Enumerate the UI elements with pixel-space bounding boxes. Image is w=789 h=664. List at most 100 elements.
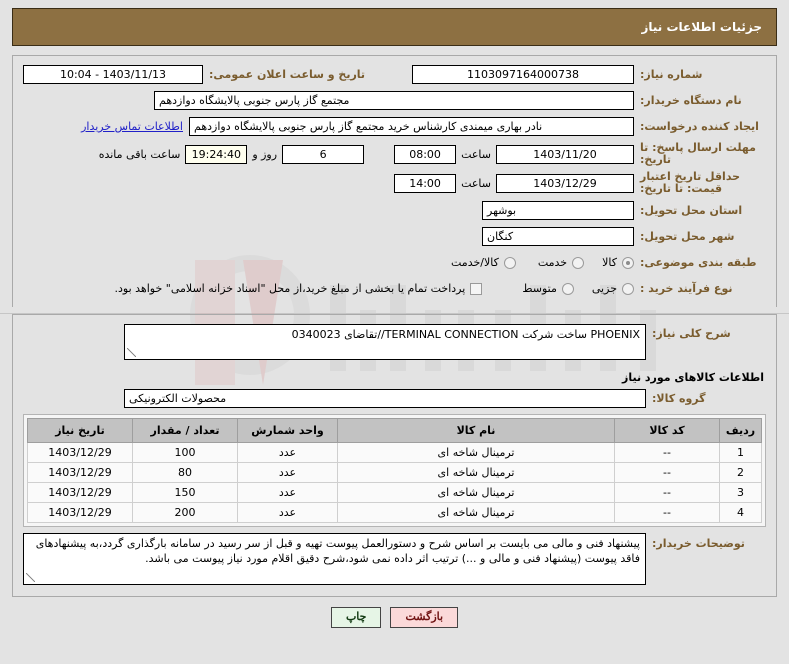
table-row: 3 -- ترمینال شاخه ای عدد 150 1403/12/29 — [27, 482, 762, 503]
goods-group-value: محصولات الکترونیکی — [124, 389, 646, 408]
col-header-unit: واحد شمارش — [237, 418, 338, 443]
price-validity-hour-label: ساعت — [461, 176, 491, 190]
radio-service-icon[interactable] — [572, 256, 585, 269]
creator-label: ایجاد کننده درخواست: — [640, 120, 759, 133]
page-title: جزئیات اطلاعات نیاز — [641, 20, 762, 34]
radio-goods-icon[interactable] — [622, 256, 634, 269]
need-number-value: 1103097164000738 — [412, 65, 634, 84]
deadline-time-value: 08:00 — [394, 144, 457, 164]
price-validity-label: حداقل تاریخ اعتبار قیمت: تا تاریخ: — [640, 170, 741, 195]
treasury-checkbox[interactable] — [470, 282, 483, 295]
row-process-type: نوع فرآیند خرید : جزیی متوسط پرداخت تمام… — [23, 278, 766, 299]
time-remaining-value: 19:24:40 — [185, 144, 248, 164]
row-buyer-notes: توضیحات خریدار: پیشنهاد فنی و مالی می با… — [23, 533, 766, 585]
cell-unit: عدد — [237, 482, 338, 503]
cell-qty: 100 — [132, 442, 238, 463]
cell-qty: 200 — [132, 502, 238, 523]
header-bar: جزئیات اطلاعات نیاز — [0, 0, 789, 46]
cell-name: ترمینال شاخه ای — [337, 482, 615, 503]
radio-process-minor[interactable]: جزیی — [592, 282, 634, 295]
goods-section-title: اطلاعات کالاهای مورد نیاز — [622, 371, 764, 384]
goods-group-label: گروه کالا: — [652, 392, 706, 405]
row-general-description: شرح کلی نیاز: PHOENIX ساخت شرکت TERMINAL… — [23, 324, 766, 360]
cell-row: 4 — [719, 502, 762, 523]
table-header-row: ردیف کد کالا نام کالا واحد شمارش تعداد /… — [27, 418, 762, 443]
buyer-notes-textarea[interactable]: پیشنهاد فنی و مالی می بایست بر اساس شرح … — [23, 533, 646, 585]
cell-date: 1403/12/29 — [27, 442, 133, 463]
col-header-row: ردیف — [719, 418, 762, 443]
cell-code: -- — [614, 482, 720, 503]
cell-date: 1403/12/29 — [27, 502, 133, 523]
radio-minor-icon[interactable] — [622, 282, 634, 295]
city-value: کنگان — [482, 227, 634, 246]
table-row: 2 -- ترمینال شاخه ای عدد 80 1403/12/29 — [27, 462, 762, 483]
radio-both-label: کالا/خدمت — [451, 256, 499, 269]
row-province: استان محل تحویل: بوشهر — [23, 200, 766, 221]
category-label: طبقه بندی موضوعی: — [640, 256, 757, 269]
row-response-deadline: مهلت ارسال پاسخ: تا تاریخ: 1403/11/20 سا… — [23, 142, 766, 166]
back-button[interactable]: بازگشت — [390, 607, 459, 628]
days-remaining-value: 6 — [282, 144, 365, 164]
cell-name: ترمینال شاخه ای — [337, 462, 615, 483]
cell-code: -- — [614, 442, 720, 463]
deadline-label: مهلت ارسال پاسخ: تا تاریخ: — [640, 141, 756, 166]
radio-goods-label: کالا — [602, 256, 617, 269]
cell-name: ترمینال شاخه ای — [337, 442, 615, 463]
row-goods-group: گروه کالا: محصولات الکترونیکی — [23, 388, 766, 409]
need-number-label: شماره نیاز: — [640, 68, 703, 81]
row-city: شهر محل تحویل: کنگان — [23, 226, 766, 247]
price-validity-time-value: 14:00 — [394, 173, 457, 193]
cell-row: 1 — [719, 442, 762, 463]
radio-medium-label: متوسط — [522, 282, 557, 295]
radio-service-label: خدمت — [537, 256, 568, 269]
cell-row: 2 — [719, 462, 762, 483]
city-label: شهر محل تحویل: — [640, 230, 735, 243]
cell-name: ترمینال شاخه ای — [337, 502, 615, 523]
buyer-notes-label: توضیحات خریدار: — [652, 537, 745, 550]
row-creator: ایجاد کننده درخواست: نادر بهاری میمندی ک… — [23, 116, 766, 137]
cell-unit: عدد — [237, 462, 338, 483]
announce-date-value: 1403/11/13 - 10:04 — [23, 65, 203, 84]
row-buyer-org: نام دستگاه خریدار: مجتمع گاز پارس جنوبی … — [23, 90, 766, 111]
goods-panel: شرح کلی نیاز: PHOENIX ساخت شرکت TERMINAL… — [12, 314, 777, 597]
general-description-textarea[interactable]: PHOENIX ساخت شرکت TERMINAL CONNECTION//ت… — [124, 324, 646, 360]
col-header-name: نام کالا — [337, 418, 615, 443]
radio-category-service[interactable]: خدمت — [537, 256, 585, 269]
remaining-suffix-label: ساعت باقی مانده — [98, 147, 181, 161]
col-header-date: تاریخ نیاز — [27, 418, 133, 443]
radio-category-both[interactable]: کالا/خدمت — [451, 256, 516, 269]
cell-code: -- — [614, 502, 720, 523]
buyer-org-label: نام دستگاه خریدار: — [640, 94, 742, 107]
treasury-checkbox-label: پرداخت تمام یا بخشی از مبلغ خرید،از محل … — [114, 282, 466, 295]
radio-category-goods[interactable]: کالا — [602, 256, 634, 269]
buyer-contact-link[interactable]: اطلاعات تماس خریدار — [75, 120, 189, 133]
radio-both-icon[interactable] — [503, 256, 516, 269]
buyer-org-value: مجتمع گاز پارس جنوبی پالایشگاه دوازدهم — [154, 91, 634, 110]
general-description-label: شرح کلی نیاز: — [652, 327, 731, 340]
price-validity-date-value: 1403/12/29 — [496, 173, 634, 193]
cell-row: 3 — [719, 482, 762, 503]
radio-medium-icon[interactable] — [561, 282, 574, 295]
goods-table-body: 1 -- ترمینال شاخه ای عدد 100 1403/12/29 … — [27, 442, 762, 523]
cell-date: 1403/12/29 — [27, 462, 133, 483]
cell-date: 1403/12/29 — [27, 482, 133, 503]
cell-unit: عدد — [237, 502, 338, 523]
province-value: بوشهر — [482, 201, 634, 220]
print-button[interactable]: چاپ — [330, 607, 382, 628]
province-label: استان محل تحویل: — [640, 204, 743, 217]
process-type-label: نوع فرآیند خرید : — [640, 282, 733, 295]
cell-code: -- — [614, 462, 720, 483]
goods-table-wrapper: ردیف کد کالا نام کالا واحد شمارش تعداد /… — [23, 414, 766, 527]
col-header-qty: تعداد / مقدار — [132, 418, 238, 443]
table-row: 1 -- ترمینال شاخه ای عدد 100 1403/12/29 — [27, 442, 762, 463]
radio-process-medium[interactable]: متوسط — [522, 282, 574, 295]
table-row: 4 -- ترمینال شاخه ای عدد 200 1403/12/29 — [27, 502, 762, 523]
cell-unit: عدد — [237, 442, 338, 463]
row-category: طبقه بندی موضوعی: کالا خدمت کالا/خدمت — [23, 252, 766, 273]
action-buttons: بازگشت چاپ — [0, 597, 789, 628]
cell-qty: 80 — [132, 462, 238, 483]
days-word-label: روز و — [252, 147, 278, 161]
creator-value: نادر بهاری میمندی کارشناس خرید مجتمع گاز… — [189, 117, 634, 136]
row-price-validity: حداقل تاریخ اعتبار قیمت: تا تاریخ: 1403/… — [23, 171, 766, 195]
deadline-date-value: 1403/11/20 — [496, 144, 634, 164]
